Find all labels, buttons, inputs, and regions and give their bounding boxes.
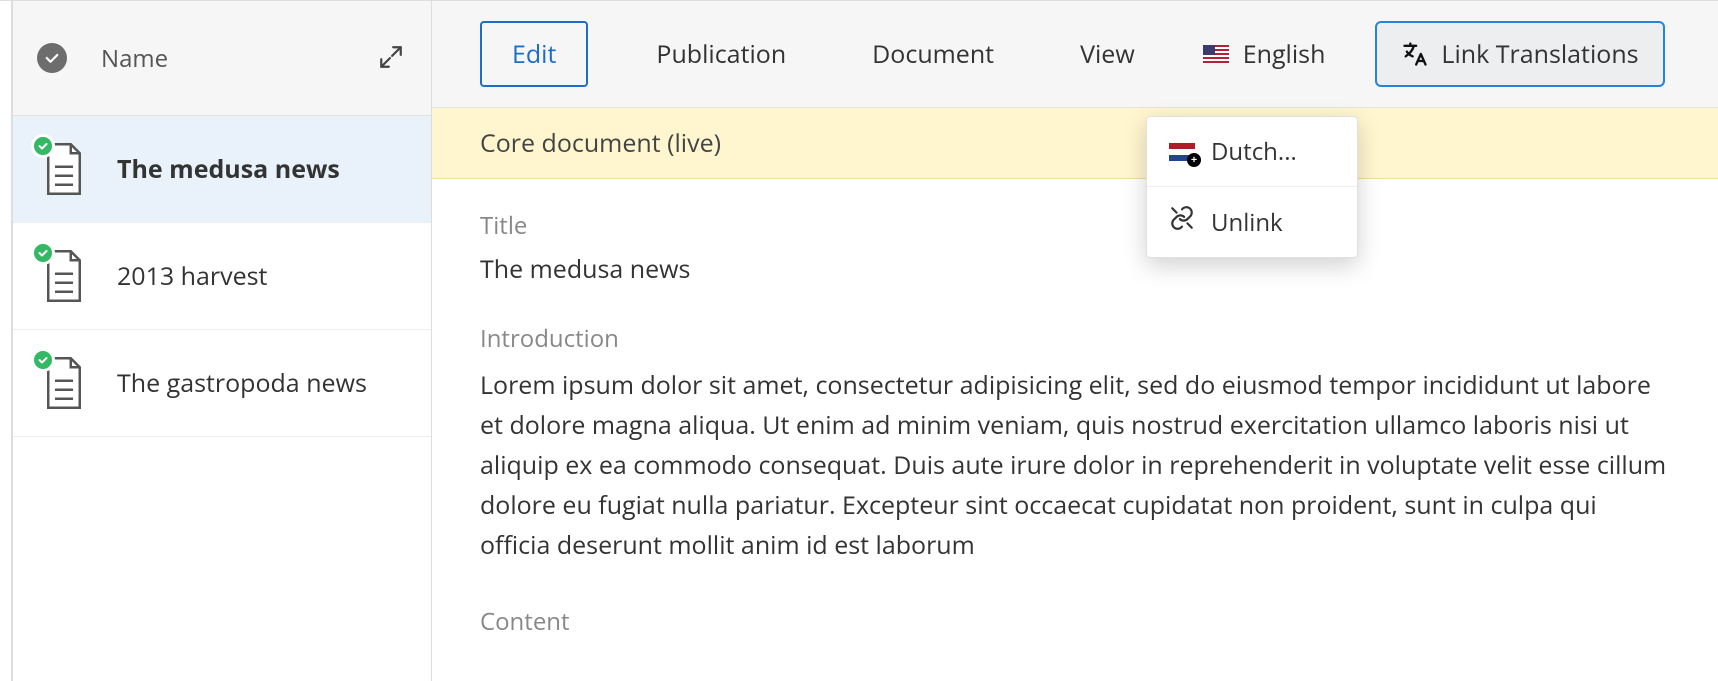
document-menu[interactable]: Document bbox=[854, 23, 1012, 85]
link-translations-label: Link Translations bbox=[1441, 37, 1638, 71]
toolbar: Edit Publication Document View English bbox=[432, 1, 1718, 108]
left-gutter bbox=[0, 1, 12, 681]
view-menu[interactable]: View bbox=[1062, 23, 1153, 85]
link-translations-button[interactable]: Link Translations bbox=[1375, 21, 1664, 87]
status-published-icon bbox=[31, 134, 55, 158]
expand-panel-button[interactable] bbox=[375, 42, 407, 74]
expand-icon bbox=[378, 44, 404, 73]
field-value-introduction: Lorem ipsum dolor sit amet, consectetur … bbox=[480, 365, 1670, 565]
field-label-introduction: Introduction bbox=[480, 322, 1670, 355]
sidebar-header: Name bbox=[13, 1, 431, 116]
app-root: Name bbox=[0, 0, 1718, 681]
list-item-label: The gastropoda news bbox=[117, 367, 405, 400]
dropdown-item-label: Unlink bbox=[1211, 206, 1283, 239]
main-panel: Edit Publication Document View English bbox=[432, 1, 1718, 681]
unlink-icon bbox=[1169, 205, 1195, 239]
column-header-name[interactable]: Name bbox=[101, 42, 168, 75]
document-icon bbox=[39, 142, 89, 196]
document-list: The medusa news 2013 harvest bbox=[13, 116, 431, 681]
flag-nl-icon: + bbox=[1169, 143, 1195, 161]
banner-text: Core document (live) bbox=[480, 126, 721, 160]
flag-us-icon bbox=[1203, 45, 1229, 63]
translate-icon bbox=[1401, 40, 1429, 68]
status-banner: Core document (live) bbox=[432, 108, 1718, 179]
sidebar: Name bbox=[12, 1, 432, 681]
dropdown-item-label: Dutch... bbox=[1211, 135, 1297, 168]
list-item-label: The medusa news bbox=[117, 153, 405, 186]
list-item[interactable]: The medusa news bbox=[13, 116, 431, 223]
status-published-icon bbox=[31, 348, 55, 372]
publication-menu[interactable]: Publication bbox=[638, 23, 804, 85]
status-published-icon bbox=[31, 241, 55, 265]
publication-label: Publication bbox=[656, 37, 786, 71]
list-item[interactable]: 2013 harvest bbox=[13, 223, 431, 330]
language-label: English bbox=[1243, 37, 1326, 71]
add-badge-icon: + bbox=[1187, 153, 1201, 167]
language-selector[interactable]: English bbox=[1203, 37, 1326, 71]
list-item[interactable]: The gastropoda news bbox=[13, 330, 431, 437]
view-label: View bbox=[1080, 37, 1135, 71]
translations-dropdown: + Dutch... Unlink bbox=[1146, 116, 1358, 258]
document-label: Document bbox=[872, 37, 994, 71]
field-label-content: Content bbox=[480, 605, 1670, 638]
list-item-label: 2013 harvest bbox=[117, 260, 405, 293]
dropdown-item-dutch[interactable]: + Dutch... bbox=[1147, 117, 1357, 186]
dropdown-item-unlink[interactable]: Unlink bbox=[1147, 186, 1357, 257]
field-label-title: Title bbox=[480, 209, 1670, 242]
select-all-icon[interactable] bbox=[37, 43, 67, 73]
document-content: Title The medusa news Introduction Lorem… bbox=[432, 179, 1718, 678]
edit-label: Edit bbox=[512, 37, 556, 71]
edit-button[interactable]: Edit bbox=[480, 21, 588, 87]
document-icon bbox=[39, 249, 89, 303]
document-icon bbox=[39, 356, 89, 410]
field-value-title: The medusa news bbox=[480, 252, 1670, 286]
